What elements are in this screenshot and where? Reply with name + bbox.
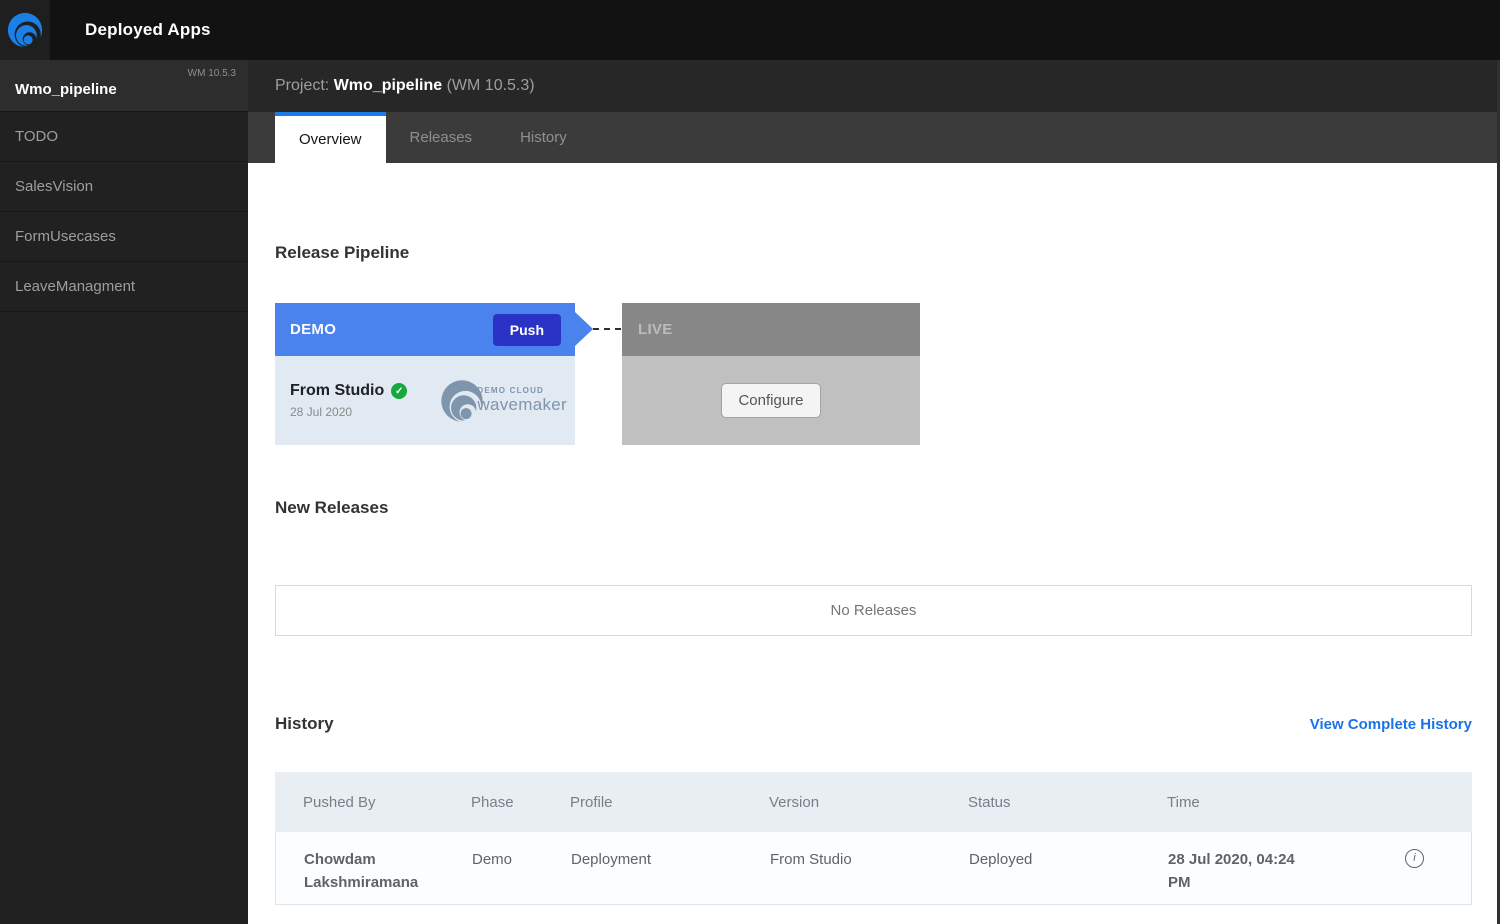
demo-deploy-date: 28 Jul 2020 [290,405,407,419]
app-title: Deployed Apps [85,0,211,60]
configure-button[interactable]: Configure [721,383,820,418]
demo-stage-body: From Studio ✓ 28 Jul 2020 [275,356,575,445]
demo-source-block: From Studio ✓ 28 Jul 2020 [290,382,407,419]
wavemaker-wave-icon [7,12,43,48]
history-header: History View Complete History [275,711,1472,737]
sidebar-item-label: TODO [15,128,58,145]
history-title: History [275,714,334,734]
overview-content: Release Pipeline DEMO Push From Studio ✓… [248,163,1500,924]
column-phase: Phase [471,794,570,811]
row-status: Deployed [969,832,1168,904]
info-icon[interactable]: i [1405,849,1424,868]
live-stage-card: LIVE Configure [622,303,920,445]
tab-overview[interactable]: Overview [275,112,386,163]
no-releases-message: No Releases [831,602,917,619]
wavemaker-wordmark: wavemaker [477,395,567,415]
top-bar: Deployed Apps [0,0,1500,60]
brand-text: DEMO CLOUD wavemaker [477,386,567,415]
live-stage-header: LIVE [622,303,920,356]
live-stage-name: LIVE [638,321,673,338]
dashed-link-line [593,328,621,330]
demo-cloud-brand: DEMO CLOUD wavemaker [439,378,567,424]
history-table: Pushed By Phase Profile Version Status T… [275,772,1472,905]
arrow-right-icon [575,312,593,346]
column-profile: Profile [570,794,769,811]
sidebar-item-leavemanagment[interactable]: LeaveManagment [0,262,248,312]
demo-cloud-label: DEMO CLOUD [477,386,567,395]
no-releases-box: No Releases [275,585,1472,636]
row-pushed-by: Chowdam Lakshmiramana [276,832,466,904]
table-row: Chowdam Lakshmiramana Demo Deployment Fr… [275,832,1472,905]
row-actions: i [1368,832,1471,904]
release-pipeline-title: Release Pipeline [275,243,409,263]
row-profile-link[interactable]: Deployment [571,832,770,904]
sidebar-item-wmo-pipeline[interactable]: WM 10.5.3 Wmo_pipeline [0,60,248,112]
tab-releases[interactable]: Releases [386,112,497,163]
row-version: From Studio [770,832,969,904]
success-check-icon: ✓ [391,383,407,399]
demo-source-label: From Studio [290,382,384,400]
sidebar-item-label: LeaveManagment [15,278,135,295]
release-pipeline: DEMO Push From Studio ✓ 28 Jul 2020 [275,303,925,445]
demo-stage-name: DEMO [290,321,336,338]
project-version-badge: WM 10.5.3 [188,68,236,79]
sidebar-item-salesvision[interactable]: SalesVision [0,162,248,212]
column-time: Time [1167,794,1367,811]
sidebar-item-formusecases[interactable]: FormUsecases [0,212,248,262]
new-releases-title: New Releases [275,498,388,518]
main-panel: Project: Wmo_pipeline (WM 10.5.3) Overvi… [248,60,1500,924]
project-name: Wmo_pipeline [334,77,442,94]
live-stage-body: Configure [622,356,920,445]
row-phase: Demo [472,832,571,904]
tab-bar: Overview Releases History [248,112,1500,163]
sidebar-item-todo[interactable]: TODO [0,112,248,162]
view-complete-history-link[interactable]: View Complete History [1310,716,1472,733]
project-version: (WM 10.5.3) [442,77,534,94]
pipeline-connector [575,312,621,346]
column-status: Status [968,794,1167,811]
wavemaker-logo[interactable] [0,0,50,60]
sidebar-item-label: Wmo_pipeline [15,81,117,98]
push-button[interactable]: Push [493,314,561,346]
demo-stage-card: DEMO Push From Studio ✓ 28 Jul 2020 [275,303,575,445]
demo-stage-header: DEMO Push [275,303,575,356]
sidebar-item-label: SalesVision [15,178,93,195]
project-header: Project: Wmo_pipeline (WM 10.5.3) [248,60,1500,112]
sidebar-item-label: FormUsecases [15,228,116,245]
project-label: Project: [275,77,334,94]
column-pushed-by: Pushed By [275,794,471,811]
row-time: 28 Jul 2020, 04:24 PM [1168,832,1318,904]
tab-history[interactable]: History [496,112,591,163]
history-table-header: Pushed By Phase Profile Version Status T… [275,772,1472,832]
column-version: Version [769,794,968,811]
projects-sidebar: WM 10.5.3 Wmo_pipeline TODO SalesVision … [0,60,248,924]
